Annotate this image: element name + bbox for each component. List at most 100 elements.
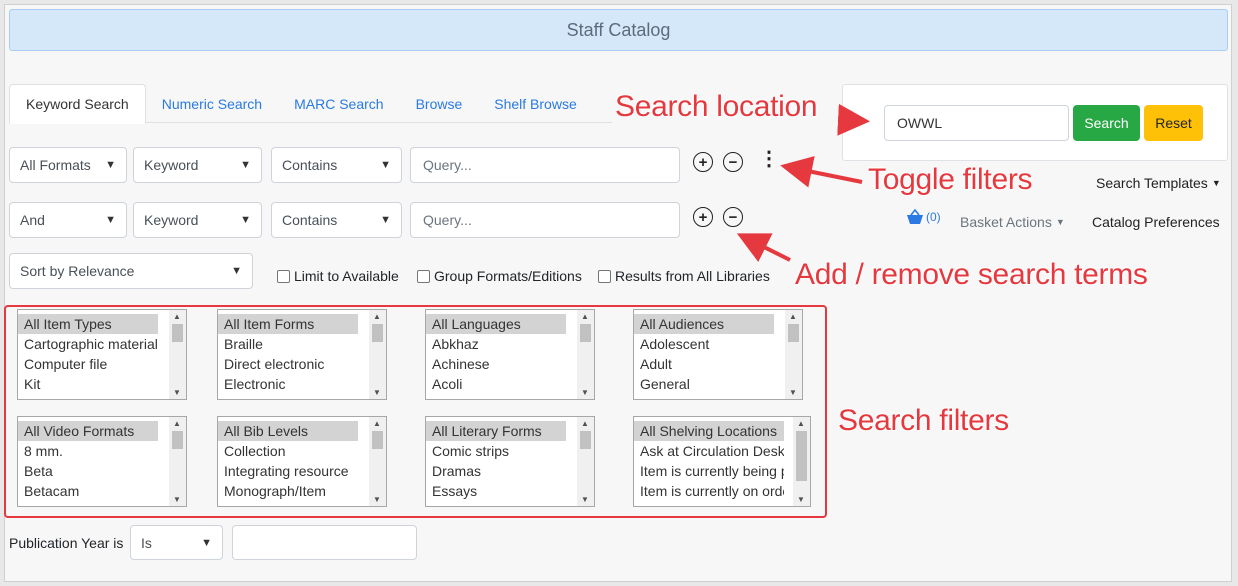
filter-option[interactable]: Fiction (not further specified) (426, 501, 566, 506)
filter-option[interactable]: All Item Forms (218, 314, 358, 334)
field-select-2[interactable]: Keyword ▼ (133, 202, 262, 238)
group-formats-checkbox[interactable]: Group Formats/Editions (417, 268, 582, 284)
filter-option[interactable]: Achinese (426, 354, 566, 374)
scroll-down-icon[interactable]: ▼ (373, 388, 381, 397)
filter-video-formats-listbox[interactable]: All Video Formats8 mm.BetaBetacamBetacam… (17, 416, 187, 507)
filter-option[interactable]: Adangme (426, 394, 566, 399)
filter-option[interactable]: Item is currently on order (634, 481, 784, 501)
filter-option[interactable]: All Languages (426, 314, 566, 334)
filter-option[interactable]: Acoli (426, 374, 566, 394)
scroll-thumb[interactable] (788, 324, 799, 342)
location-input[interactable]: OWWL (884, 105, 1069, 141)
filter-option[interactable]: Adult (634, 354, 774, 374)
tab-browse[interactable]: Browse (400, 84, 479, 123)
listbox-scrollbar[interactable]: ▲ ▼ (169, 417, 186, 506)
listbox-scrollbar[interactable]: ▲ ▼ (369, 417, 386, 506)
scroll-down-icon[interactable]: ▼ (797, 495, 805, 504)
filter-option[interactable]: Braille (218, 334, 358, 354)
catalog-preferences-button[interactable]: Catalog Preferences (1092, 214, 1220, 230)
filter-option[interactable]: Ask at Circulation Desk (634, 441, 784, 461)
filter-option[interactable]: Monograph/Item (218, 481, 358, 501)
filter-option[interactable]: Integrating resource (218, 461, 358, 481)
filter-option[interactable]: Kit (18, 374, 158, 394)
operator-select[interactable]: Contains ▼ (271, 147, 402, 183)
sort-select[interactable]: Sort by Relevance ▼ (9, 253, 253, 289)
add-term-icon[interactable]: + (693, 207, 713, 227)
scroll-up-icon[interactable]: ▲ (173, 419, 181, 428)
query-input-2[interactable]: Query... (410, 202, 680, 238)
all-libraries-checkbox[interactable]: Results from All Libraries (598, 268, 770, 284)
scroll-up-icon[interactable]: ▲ (581, 419, 589, 428)
tab-shelf-browse[interactable]: Shelf Browse (478, 84, 592, 123)
checkbox-box[interactable] (417, 269, 430, 283)
filter-option[interactable]: Monographic component (218, 501, 358, 506)
format-select[interactable]: All Formats ▼ (9, 147, 127, 183)
add-term-icon[interactable]: + (693, 152, 713, 172)
filter-option[interactable]: Item is currently being processed (634, 461, 784, 481)
filter-option[interactable]: All Shelving Locations (634, 421, 784, 441)
scroll-down-icon[interactable]: ▼ (373, 495, 381, 504)
scroll-up-icon[interactable]: ▲ (373, 419, 381, 428)
scroll-thumb[interactable] (580, 324, 591, 342)
scroll-down-icon[interactable]: ▼ (173, 388, 181, 397)
tab-numeric-search[interactable]: Numeric Search (146, 84, 278, 123)
filter-bib-levels-listbox[interactable]: All Bib Levels Collection Integrating reso… (217, 416, 387, 507)
filter-shelving-locations-listbox[interactable]: All Shelving Locations Ask at Circulation… (633, 416, 811, 507)
scroll-thumb[interactable] (372, 431, 383, 449)
scroll-up-icon[interactable]: ▲ (373, 312, 381, 321)
boolean-select[interactable]: And ▼ (9, 202, 127, 238)
filter-option[interactable]: Betacam SP (18, 501, 158, 506)
filter-option[interactable]: Large print (218, 394, 358, 399)
filter-option[interactable]: Comic strips (426, 441, 566, 461)
filter-option[interactable]: All Item Types (18, 314, 158, 334)
filter-option[interactable]: Direct electronic (218, 354, 358, 374)
limit-available-checkbox[interactable]: Limit to Available (277, 268, 399, 284)
filter-item-types-listbox[interactable]: All Item Types Cartographic material Compu… (17, 309, 187, 400)
filter-option[interactable]: 8 mm. (18, 441, 158, 461)
scroll-down-icon[interactable]: ▼ (173, 495, 181, 504)
filter-option[interactable]: Cartographic material (18, 334, 158, 354)
query-input[interactable]: Query... (410, 147, 680, 183)
listbox-scrollbar[interactable]: ▲ ▼ (577, 310, 594, 399)
scroll-thumb[interactable] (796, 431, 807, 481)
pubyear-operator-select[interactable]: Is ▼ (130, 525, 223, 560)
filter-option[interactable]: Betacam (18, 481, 158, 501)
filter-option[interactable]: Language material (18, 394, 158, 399)
tab-keyword-search[interactable]: Keyword Search (9, 84, 146, 124)
listbox-scrollbar[interactable]: ▲ ▼ (577, 417, 594, 506)
reset-button[interactable]: Reset (1144, 105, 1203, 141)
scroll-up-icon[interactable]: ▲ (581, 312, 589, 321)
toggle-filters-icon[interactable]: ⋮ (759, 149, 779, 169)
scroll-down-icon[interactable]: ▼ (581, 495, 589, 504)
scroll-up-icon[interactable]: ▲ (173, 312, 181, 321)
filter-option[interactable]: All Audiences (634, 314, 774, 334)
listbox-scrollbar[interactable]: ▲ ▼ (793, 417, 810, 506)
scroll-down-icon[interactable]: ▼ (789, 388, 797, 397)
filter-option[interactable]: All Bib Levels (218, 421, 358, 441)
remove-term-icon[interactable]: − (723, 152, 743, 172)
scroll-thumb[interactable] (372, 324, 383, 342)
filter-option[interactable]: Adolescent (634, 334, 774, 354)
filter-option[interactable]: Essays (426, 481, 566, 501)
filter-option[interactable]: Collection (218, 441, 358, 461)
search-button[interactable]: Search (1073, 105, 1140, 141)
checkbox-box[interactable] (277, 269, 290, 283)
checkbox-box[interactable] (598, 269, 611, 283)
remove-term-icon[interactable]: − (723, 207, 743, 227)
scroll-thumb[interactable] (172, 431, 183, 449)
filter-option[interactable]: Abkhaz (426, 334, 566, 354)
filter-option[interactable]: All Literary Forms (426, 421, 566, 441)
listbox-scrollbar[interactable]: ▲ ▼ (369, 310, 386, 399)
filter-option[interactable]: Electronic (218, 374, 358, 394)
basket-actions-dropdown[interactable]: Basket Actions ▼ (960, 214, 1065, 230)
basket-icon[interactable] (905, 208, 925, 229)
filter-option[interactable]: All Video Formats (18, 421, 158, 441)
filter-audiences-listbox[interactable]: All AudiencesAdolescentAdultGeneralJuven… (633, 309, 803, 400)
scroll-thumb[interactable] (172, 324, 183, 342)
search-templates-dropdown[interactable]: Search Templates ▼ (1096, 175, 1221, 191)
filter-option[interactable]: Beta (18, 461, 158, 481)
operator-select-2[interactable]: Contains ▼ (271, 202, 402, 238)
filter-option[interactable]: Dramas (426, 461, 566, 481)
tab-marc-search[interactable]: MARC Search (278, 84, 399, 123)
scroll-up-icon[interactable]: ▲ (797, 419, 805, 428)
